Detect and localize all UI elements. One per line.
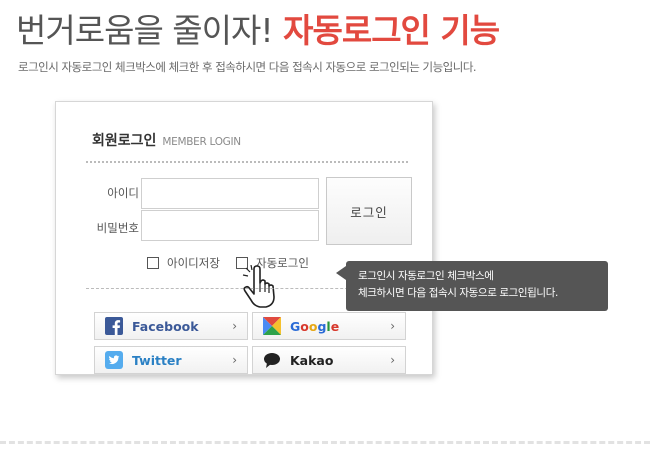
panel-title: 회원로그인 MEMBER LOGIN <box>92 130 241 150</box>
chevron-right-icon: › <box>390 319 395 333</box>
id-input[interactable] <box>141 178 319 209</box>
login-panel: 회원로그인 MEMBER LOGIN 아이디 비밀번호 로그인 아이디저장 자동로… <box>55 101 433 375</box>
password-label: 비밀번호 <box>96 221 139 235</box>
save-id-label: 아이디저장 <box>167 256 220 270</box>
pointer-hand-icon <box>242 265 275 308</box>
facebook-icon <box>105 317 123 335</box>
page-headline: 번거로움을 줄이자! 자동로그인 기능 <box>16 4 500 52</box>
chevron-right-icon: › <box>232 353 237 367</box>
twitter-label: Twitter <box>132 352 182 368</box>
title-divider <box>86 161 408 163</box>
twitter-icon <box>105 351 123 369</box>
twitter-login-button[interactable]: Twitter › <box>94 346 248 374</box>
facebook-login-button[interactable]: Facebook › <box>94 312 248 340</box>
login-button[interactable]: 로그인 <box>326 177 412 245</box>
kakao-label: Kakao <box>290 352 334 368</box>
tooltip-arrow <box>336 266 346 280</box>
save-id-checkbox-box[interactable] <box>147 257 159 269</box>
auto-login-tooltip: 로그인시 자동로그인 체크박스에 체크하시면 다음 접속시 자동으로 로그인됩니… <box>346 261 608 311</box>
facebook-label: Facebook <box>132 318 199 334</box>
google-login-button[interactable]: Google › <box>252 312 406 340</box>
headline-accent: 자동로그인 기능 <box>283 11 500 50</box>
id-label: 아이디 <box>107 186 139 200</box>
bottom-divider <box>0 441 650 444</box>
password-input[interactable] <box>141 210 319 241</box>
google-label: Google <box>290 318 340 334</box>
kakao-login-button[interactable]: Kakao › <box>252 346 406 374</box>
save-id-checkbox[interactable]: 아이디저장 <box>147 255 220 271</box>
tooltip-line-2: 체크하시면 다음 접속시 자동으로 로그인됩니다. <box>358 287 558 299</box>
tooltip-line-1: 로그인시 자동로그인 체크박스에 <box>358 270 494 282</box>
page-subline: 로그인시 자동로그인 체크박스에 체크한 후 접속하시면 다음 접속시 자동으로… <box>18 60 477 74</box>
panel-title-en: MEMBER LOGIN <box>162 136 241 148</box>
panel-title-ko: 회원로그인 <box>92 133 157 149</box>
headline-plain: 번거로움을 줄이자! <box>16 11 274 50</box>
chevron-right-icon: › <box>390 353 395 367</box>
chevron-right-icon: › <box>232 319 237 333</box>
kakao-speech-bubble-icon <box>263 351 281 369</box>
google-icon <box>263 317 281 335</box>
